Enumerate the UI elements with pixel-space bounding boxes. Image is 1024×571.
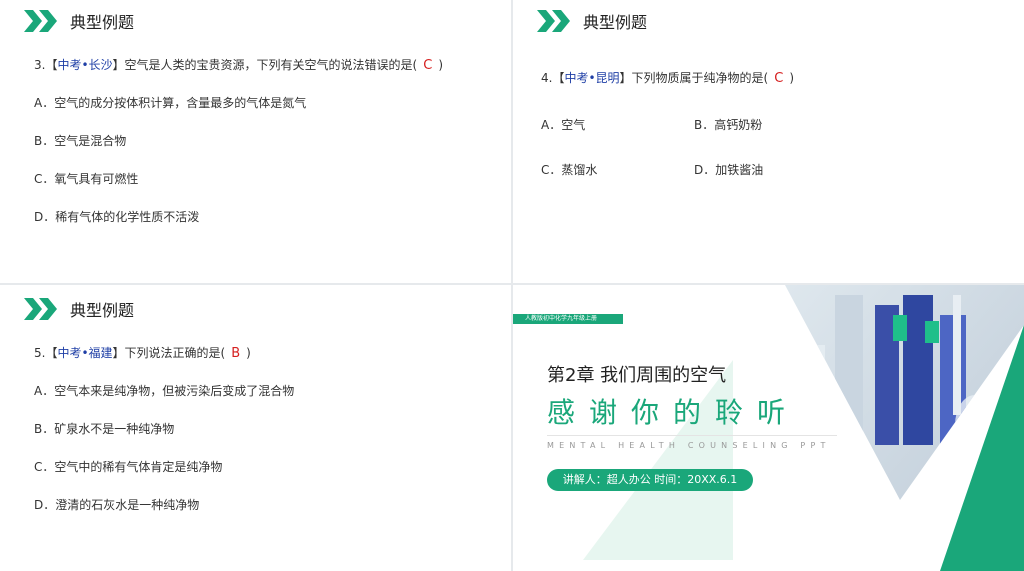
question: 5.【中考•福建】下列说法正确的是( B) (34, 344, 251, 361)
question-number: 4.【 (541, 71, 565, 85)
option-c: C．蒸馏水 (541, 163, 598, 177)
option-a: A．空气的成分按体积计算，含量最多的气体是氮气 (34, 96, 307, 110)
slide-3-header: 典型例题 (24, 297, 134, 321)
course-badge: 人教版初中化学九年级上册 (513, 314, 623, 324)
chapter-title: 第2章 我们周围的空气 (547, 365, 727, 386)
slide-1-header: 典型例题 (24, 9, 134, 33)
option-b: B．高钙奶粉 (694, 118, 763, 132)
option-d: D．加铁酱油 (694, 163, 764, 177)
thanks-heading: 感谢你的聆听 (547, 396, 800, 429)
slide-4-thank-you[interactable]: 人教版初中化学九年级上册 第2章 我们周围的空气 感谢你的聆听 MENTAL H… (513, 285, 1024, 571)
exam-tag: 中考•长沙 (57, 58, 113, 72)
question-text: 】下列物质属于纯净物的是( (619, 71, 769, 85)
option-c: C．氧气具有可燃性 (34, 172, 139, 186)
option-c: C．空气中的稀有气体肯定是纯净物 (34, 460, 223, 474)
question-text: 】下列说法正确的是( (112, 346, 226, 360)
question-number: 5.【 (34, 346, 58, 360)
question-number: 3.【 (34, 58, 58, 72)
english-subtitle: MENTAL HEALTH COUNSELING PPT (547, 441, 831, 450)
question-suffix: ) (246, 346, 251, 360)
slide-2-header: 典型例题 (537, 9, 647, 33)
option-d: D．稀有气体的化学性质不活泼 (34, 210, 200, 224)
presenter-pill: 讲解人：超人办公 时间：20XX.6.1 (547, 469, 753, 491)
option-b: B．空气是混合物 (34, 134, 127, 148)
double-chevron-icon (24, 10, 57, 32)
slide-title: 典型例题 (70, 301, 135, 320)
double-chevron-icon (537, 10, 570, 32)
slide-3[interactable]: 典型例题 5.【中考•福建】下列说法正确的是( B) A．空气本来是纯净物，但被污… (0, 285, 511, 571)
answer: C (423, 58, 433, 73)
option-a: A．空气本来是纯净物，但被污染后变成了混合物 (34, 384, 295, 398)
question-text: 】空气是人类的宝贵资源，下列有关空气的说法错误的是( (112, 58, 418, 72)
question: 3.【中考•长沙】空气是人类的宝贵资源，下列有关空气的说法错误的是( C) (34, 56, 443, 73)
double-chevron-icon (24, 298, 57, 320)
answer: B (231, 346, 241, 361)
option-d: D．澄清的石灰水是一种纯净物 (34, 498, 200, 512)
lab-glassware-image (785, 285, 1024, 571)
answer: C (774, 71, 784, 86)
slide-title: 典型例题 (70, 13, 135, 32)
option-b: B．矿泉水不是一种纯净物 (34, 422, 175, 436)
question: 4.【中考•昆明】下列物质属于纯净物的是( C) (541, 69, 794, 86)
exam-tag: 中考•福建 (57, 346, 113, 360)
slide-2[interactable]: 典型例题 4.【中考•昆明】下列物质属于纯净物的是( C) A．空气 B．高钙奶粉… (513, 0, 1024, 283)
divider (547, 435, 837, 436)
exam-tag: 中考•昆明 (564, 71, 620, 85)
question-suffix: ) (438, 58, 443, 72)
option-a: A．空气 (541, 118, 586, 132)
slide-1[interactable]: 典型例题 3.【中考•长沙】空气是人类的宝贵资源，下列有关空气的说法错误的是( C… (0, 0, 511, 283)
question-suffix: ) (789, 71, 794, 85)
slide-title: 典型例题 (583, 13, 648, 32)
decorative-triangle (583, 360, 733, 560)
